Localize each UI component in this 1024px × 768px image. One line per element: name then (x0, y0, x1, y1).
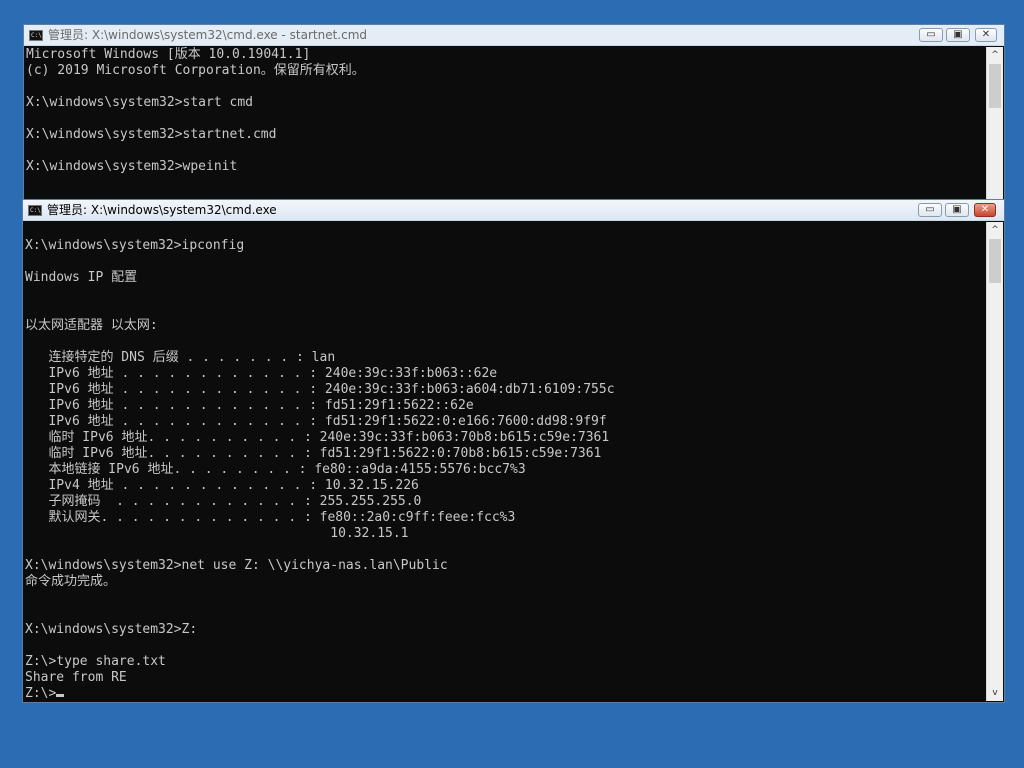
console-line: IPv6 地址 . . . . . . . . . . . . : 240e:3… (25, 382, 986, 398)
scroll-down-arrow-icon[interactable]: v (987, 685, 1003, 701)
console-line-text: 本地链接 IPv6 地址. . . . . . . . : fe80::a9da… (25, 462, 526, 477)
console-line-text: 子网掩码 . . . . . . . . . . . . : 255.255.2… (25, 494, 422, 509)
console-line: IPv6 地址 . . . . . . . . . . . . : fd51:2… (25, 414, 986, 430)
console-line: 默认网关. . . . . . . . . . . . . : fe80::2a… (25, 510, 986, 526)
console-line: X:\windows\system32>ipconfig (25, 238, 986, 254)
vertical-scrollbar[interactable]: ^ v (986, 222, 1003, 701)
cmd-window-startnet[interactable]: C:\ 管理员: X:\windows\system32\cmd.exe - s… (23, 24, 1005, 201)
desktop: C:\ 管理员: X:\windows\system32\cmd.exe - s… (0, 0, 1024, 768)
console-output[interactable]: X:\windows\system32>ipconfig Windows IP 配… (25, 222, 986, 700)
console-line: IPv4 地址 . . . . . . . . . . . . : 10.32.… (25, 478, 986, 494)
console-line: 临时 IPv6 地址. . . . . . . . . . : fd51:29f… (25, 446, 986, 462)
scroll-up-arrow-icon[interactable]: ^ (987, 222, 1003, 238)
console-line: IPv6 地址 . . . . . . . . . . . . : fd51:2… (25, 398, 986, 414)
console-line-text: IPv4 地址 . . . . . . . . . . . . : 10.32.… (25, 478, 419, 493)
text-cursor (56, 694, 65, 697)
scroll-up-arrow-icon[interactable]: ^ (987, 47, 1003, 63)
cmd-app-icon: C:\ (29, 30, 43, 41)
console-line: Share from RE (25, 670, 986, 686)
console-line: Windows IP 配置 (25, 270, 986, 286)
console-line: Microsoft Windows [版本 10.0.19041.1] (26, 47, 986, 63)
console-line: IPv6 地址 . . . . . . . . . . . . : 240e:3… (25, 366, 986, 382)
console-line: 本地链接 IPv6 地址. . . . . . . . : fe80::a9da… (25, 462, 986, 478)
vertical-scrollbar[interactable]: ^ (986, 47, 1003, 199)
console-line-text: IPv6 地址 . . . . . . . . . . . . : fd51:2… (25, 414, 607, 429)
console-line-text: Z:\> (25, 686, 57, 700)
console-line-text: X:\windows\system32>startnet.cmd (26, 127, 277, 142)
console-line-text: Share from RE (25, 670, 127, 685)
console-line-text: 10.32.15.1 (25, 526, 409, 541)
console-line: 连接特定的 DNS 后缀 . . . . . . . : lan (25, 350, 986, 366)
console-line-text: X:\windows\system32>Z: (25, 622, 198, 637)
scroll-thumb[interactable] (989, 64, 1001, 108)
console-line: X:\windows\system32>net use Z: \\yichya-… (25, 558, 986, 574)
console-line-text: 命令成功完成。 (25, 574, 117, 589)
title-bar[interactable]: C:\ 管理员: X:\windows\system32\cmd.exe ▭ ▣… (23, 200, 1004, 221)
console-line-text: X:\windows\system32>start cmd (26, 95, 253, 110)
scroll-thumb[interactable] (989, 239, 1001, 283)
console-line-text: (c) 2019 Microsoft Corporation。保留所有权利。 (26, 63, 365, 78)
minimize-button[interactable]: ▭ (918, 203, 942, 217)
console-line: 命令成功完成。 (25, 574, 986, 590)
console-line-text: IPv6 地址 . . . . . . . . . . . . : 240e:3… (25, 382, 615, 397)
console-line: 以太网适配器 以太网: (25, 318, 986, 334)
close-button[interactable]: ✕ (974, 203, 996, 217)
console-line-text: 以太网适配器 以太网: (25, 318, 158, 333)
console-line: X:\windows\system32>Z: (25, 622, 986, 638)
console-line-text: 临时 IPv6 地址. . . . . . . . . . : 240e:39c… (25, 430, 610, 445)
console-line-text: X:\windows\system32>net use Z: \\yichya-… (25, 558, 448, 573)
console-line: 临时 IPv6 地址. . . . . . . . . . : 240e:39c… (25, 430, 986, 446)
console-line-text: IPv6 地址 . . . . . . . . . . . . : fd51:2… (25, 398, 474, 413)
console-line-text: X:\windows\system32>ipconfig (25, 238, 245, 253)
console-line-text: Microsoft Windows [版本 10.0.19041.1] (26, 47, 311, 62)
console-line: Z:\> (25, 686, 986, 700)
title-bar[interactable]: C:\ 管理员: X:\windows\system32\cmd.exe - s… (24, 25, 1004, 46)
console-output[interactable]: Microsoft Windows [版本 10.0.19041.1] (c) 2… (26, 47, 986, 198)
close-button[interactable]: ✕ (975, 28, 997, 42)
console-line: X:\windows\system32>startnet.cmd (26, 127, 986, 143)
console-line: 子网掩码 . . . . . . . . . . . . : 255.255.2… (25, 494, 986, 510)
console-line-text: X:\windows\system32>wpeinit (26, 159, 238, 174)
console-line: (c) 2019 Microsoft Corporation。保留所有权利。 (26, 63, 986, 79)
console-line-text: 临时 IPv6 地址. . . . . . . . . . : fd51:29f… (25, 446, 602, 461)
cmd-window-main[interactable]: C:\ 管理员: X:\windows\system32\cmd.exe ▭ ▣… (22, 199, 1005, 703)
console-line-text: IPv6 地址 . . . . . . . . . . . . : 240e:3… (25, 366, 498, 381)
console-line-text: 连接特定的 DNS 后缀 . . . . . . . : lan (25, 350, 336, 365)
console-line-text: Windows IP 配置 (25, 270, 138, 285)
console-line: Z:\>type share.txt (25, 654, 986, 670)
console-line: X:\windows\system32>start cmd (26, 95, 986, 111)
console-line-text: 默认网关. . . . . . . . . . . . . : fe80::2a… (25, 510, 516, 525)
maximize-button[interactable]: ▣ (946, 28, 970, 42)
console-line: X:\windows\system32>wpeinit (26, 159, 986, 175)
console-line-text: Z:\>type share.txt (25, 654, 166, 669)
console-line: 10.32.15.1 (25, 526, 986, 542)
window-title: 管理员: X:\windows\system32\cmd.exe (47, 203, 277, 217)
window-title: 管理员: X:\windows\system32\cmd.exe - start… (48, 28, 368, 42)
maximize-button[interactable]: ▣ (945, 203, 969, 217)
cmd-app-icon: C:\ (28, 205, 42, 216)
minimize-button[interactable]: ▭ (919, 28, 943, 42)
